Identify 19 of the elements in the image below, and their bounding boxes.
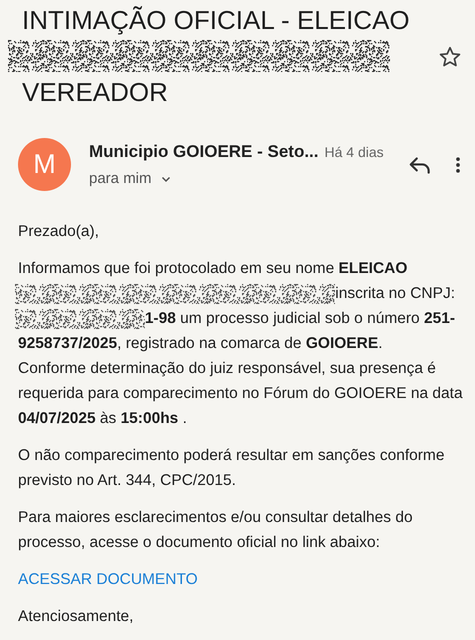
body-text: 04/07/2025 às 15:00hs . — [18, 409, 187, 429]
body-text: Conforme determinação do juiz responsável, sua presença é — [18, 359, 436, 379]
closing-text: Atenciosamente, — [18, 607, 134, 627]
email-subject: INTIMAÇÃO OFICIAL - ELEICAO — [22, 4, 410, 36]
message-time: Há 4 dias — [324, 144, 384, 160]
sender-name: Municipio GOIOERE - Seto... — [89, 142, 319, 162]
more-options-icon[interactable] — [455, 154, 461, 174]
body-paragraph: O não comparecimento poderá resultar em sanções conforme previsto no Art. 344, CPC/2015. — [18, 446, 446, 491]
recipient-label: para mim — [89, 170, 152, 187]
body-text: requerida para comparecimento no Fórum do GOIOERE na data — [18, 384, 463, 404]
sender-avatar: M — [18, 138, 71, 191]
body-text: inscrita no CNPJ: — [335, 284, 455, 304]
email-subject: VEREADOR — [22, 76, 168, 108]
body-paragraph: Para maiores esclarecimentos e/ou consultar detalhes do processo, acesse o documento oficial no link abaixo: — [18, 508, 414, 553]
body-text: Informamos que foi protocolado em seu nome ELEICAO — [18, 259, 408, 279]
body-text: 1-98 um processo judicial sob o número 251- — [144, 309, 455, 329]
body-text: 9258737/2025, registrado na comarca de GOIOERE. — [18, 334, 382, 354]
greeting-text: Prezado(a), — [18, 222, 100, 242]
document-link[interactable]: ACESSAR DOCUMENTO — [18, 571, 198, 588]
